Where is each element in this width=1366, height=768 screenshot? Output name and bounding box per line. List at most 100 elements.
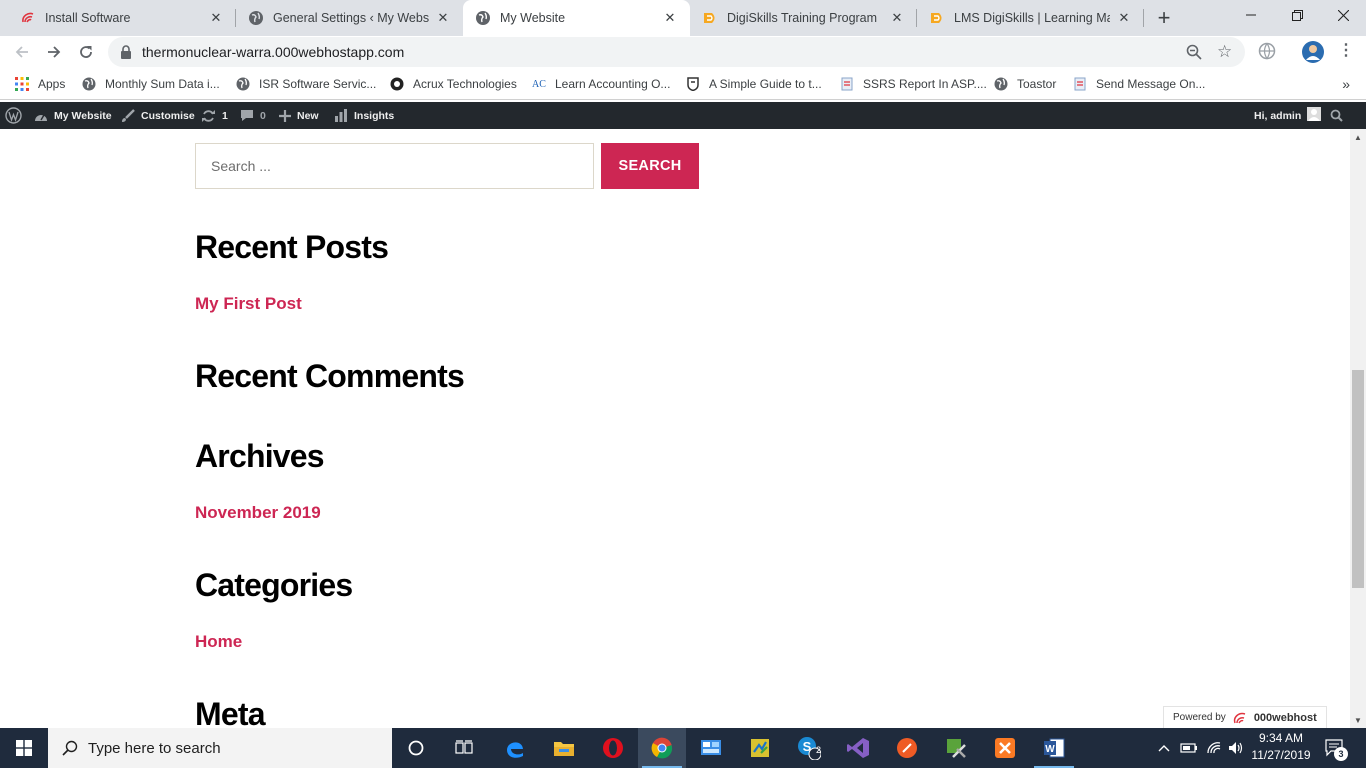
opera-icon[interactable] xyxy=(589,728,637,768)
tab-my-website[interactable]: My Website ✕ xyxy=(463,0,690,36)
wordpress-logo-icon[interactable] xyxy=(5,102,22,129)
minimize-button[interactable] xyxy=(1228,0,1274,30)
edge-icon[interactable] xyxy=(491,728,539,768)
taskbar-search-box[interactable]: Type here to search xyxy=(48,728,392,768)
globe-icon xyxy=(248,10,264,26)
menu-dots-icon[interactable]: ⋮ xyxy=(1338,43,1354,59)
address-bar[interactable]: thermonuclear-warra.000webhostapp.com ☆ xyxy=(108,37,1245,67)
bookmark-monthly-sum[interactable]: Monthly Sum Data i... xyxy=(81,76,220,92)
control-panel-icon[interactable] xyxy=(687,728,735,768)
task-view-icon[interactable] xyxy=(440,728,488,768)
scroll-up-arrow[interactable]: ▲ xyxy=(1350,129,1366,145)
visual-studio-icon[interactable] xyxy=(834,728,882,768)
search-input[interactable]: Search ... xyxy=(195,143,594,189)
search-button-label: Search xyxy=(618,158,682,174)
bookmark-label: Learn Accounting O... xyxy=(555,77,671,91)
volume-icon[interactable] xyxy=(1226,728,1246,768)
word-icon[interactable]: W xyxy=(1030,728,1078,768)
bookmark-simple-guide[interactable]: A Simple Guide to t... xyxy=(685,76,822,92)
start-button[interactable] xyxy=(0,728,48,768)
bookmark-label: Send Message On... xyxy=(1096,77,1206,91)
bookmark-send-message[interactable]: Send Message On... xyxy=(1072,76,1205,92)
tray-chevron-icon[interactable] xyxy=(1155,728,1173,768)
bookmark-acrux[interactable]: Acrux Technologies xyxy=(389,76,517,92)
new-content-link[interactable]: New xyxy=(279,102,319,129)
scroll-thumb[interactable] xyxy=(1352,370,1364,588)
category-link[interactable]: Home xyxy=(195,632,242,652)
bookmark-label: ISR Software Servic... xyxy=(259,77,377,91)
profile-avatar[interactable] xyxy=(1302,41,1324,68)
bookmarks-bar: Apps Monthly Sum Data i... ISR Software … xyxy=(0,68,1366,100)
plus-icon xyxy=(279,109,291,122)
customise-label: Customise xyxy=(141,109,195,122)
tab-title: General Settings ‹ My Website xyxy=(273,11,429,25)
archives-heading: Archives xyxy=(195,438,325,474)
bar-chart-icon xyxy=(334,109,348,122)
postman-icon[interactable] xyxy=(883,728,931,768)
brush-icon xyxy=(121,108,135,123)
battery-icon[interactable] xyxy=(1178,728,1200,768)
tab-digiskills[interactable]: DigiSkills Training Program ✕ xyxy=(690,0,917,36)
browser-toolbar: thermonuclear-warra.000webhostapp.com ☆ … xyxy=(0,36,1366,68)
new-tab-button[interactable]: + xyxy=(1152,5,1176,30)
site-name-link[interactable]: My Website xyxy=(34,102,112,129)
build-tools-icon[interactable] xyxy=(932,728,980,768)
page-scrollbar[interactable]: ▲ ▼ xyxy=(1350,129,1366,728)
sql-server-icon[interactable] xyxy=(736,728,784,768)
insights-link[interactable]: Insights xyxy=(334,102,394,129)
close-icon[interactable]: ✕ xyxy=(662,10,678,26)
scroll-down-arrow[interactable]: ▼ xyxy=(1350,712,1366,728)
bookmark-label: Apps xyxy=(38,77,66,91)
powered-by-badge[interactable]: Powered by 000webhost xyxy=(1163,706,1327,728)
comments-link[interactable]: 0 xyxy=(240,102,266,129)
system-clock[interactable]: 9:34 AM 11/27/2019 xyxy=(1246,730,1316,764)
my-account-link[interactable]: Hi, admin xyxy=(1254,102,1322,129)
bookmark-ssrs-report[interactable]: SSRS Report In ASP.... xyxy=(839,76,987,92)
xampp-icon[interactable] xyxy=(981,728,1029,768)
globe-extension-icon[interactable] xyxy=(1258,42,1276,65)
forward-button[interactable] xyxy=(42,40,66,64)
bookmark-isr-software[interactable]: ISR Software Servic... xyxy=(235,76,376,92)
updates-icon xyxy=(201,109,216,123)
zoom-icon[interactable] xyxy=(1186,44,1202,65)
close-icon[interactable]: ✕ xyxy=(1116,10,1132,26)
insights-label: Insights xyxy=(354,109,395,122)
apps-grid-icon xyxy=(14,76,30,92)
admin-search-icon[interactable] xyxy=(1330,102,1343,129)
search-icon xyxy=(62,740,78,756)
archive-link[interactable]: November 2019 xyxy=(195,503,321,523)
webhost-logo-icon xyxy=(1232,712,1250,724)
close-icon[interactable]: ✕ xyxy=(889,10,905,26)
bookmark-label: SSRS Report In ASP.... xyxy=(863,77,987,91)
skype-icon[interactable]: S 2 xyxy=(785,728,833,768)
tab-general-settings[interactable]: General Settings ‹ My Website ✕ xyxy=(236,0,463,36)
close-icon[interactable]: ✕ xyxy=(435,10,451,26)
document-icon xyxy=(1072,76,1088,92)
globe-icon xyxy=(475,10,491,26)
clock-time: 9:34 AM xyxy=(1258,731,1304,745)
bookmark-toastor[interactable]: Toastor xyxy=(993,76,1056,92)
bookmark-star-icon[interactable]: ☆ xyxy=(1217,43,1232,60)
bookmark-apps[interactable]: Apps xyxy=(14,76,65,92)
tab-title: Install Software xyxy=(45,11,131,25)
wifi-icon[interactable] xyxy=(1203,728,1225,768)
customise-link[interactable]: Customise xyxy=(121,102,195,129)
globe-icon xyxy=(993,76,1009,92)
recent-comments-heading: Recent Comments xyxy=(195,358,465,394)
chrome-icon[interactable] xyxy=(638,728,686,768)
file-explorer-icon[interactable] xyxy=(540,728,588,768)
bookmark-learn-accounting[interactable]: AC Learn Accounting O... xyxy=(531,76,670,92)
close-window-button[interactable] xyxy=(1320,0,1366,30)
restore-button[interactable] xyxy=(1274,0,1320,30)
bookmarks-overflow-icon[interactable]: » xyxy=(1342,76,1350,92)
back-button[interactable] xyxy=(10,40,34,64)
cortana-icon[interactable] xyxy=(392,728,440,768)
tab-install-software[interactable]: Install Software ✕ xyxy=(0,0,236,36)
reload-button[interactable] xyxy=(74,40,98,64)
search-button[interactable]: Search xyxy=(601,143,699,189)
tab-lms-digiskills[interactable]: LMS DigiSkills | Learning Mana ✕ xyxy=(917,0,1144,36)
updates-link[interactable]: 1 xyxy=(201,102,228,129)
close-icon[interactable]: ✕ xyxy=(208,10,224,26)
recent-post-link[interactable]: My First Post xyxy=(195,294,302,314)
action-center-icon[interactable]: 3 xyxy=(1320,728,1350,768)
